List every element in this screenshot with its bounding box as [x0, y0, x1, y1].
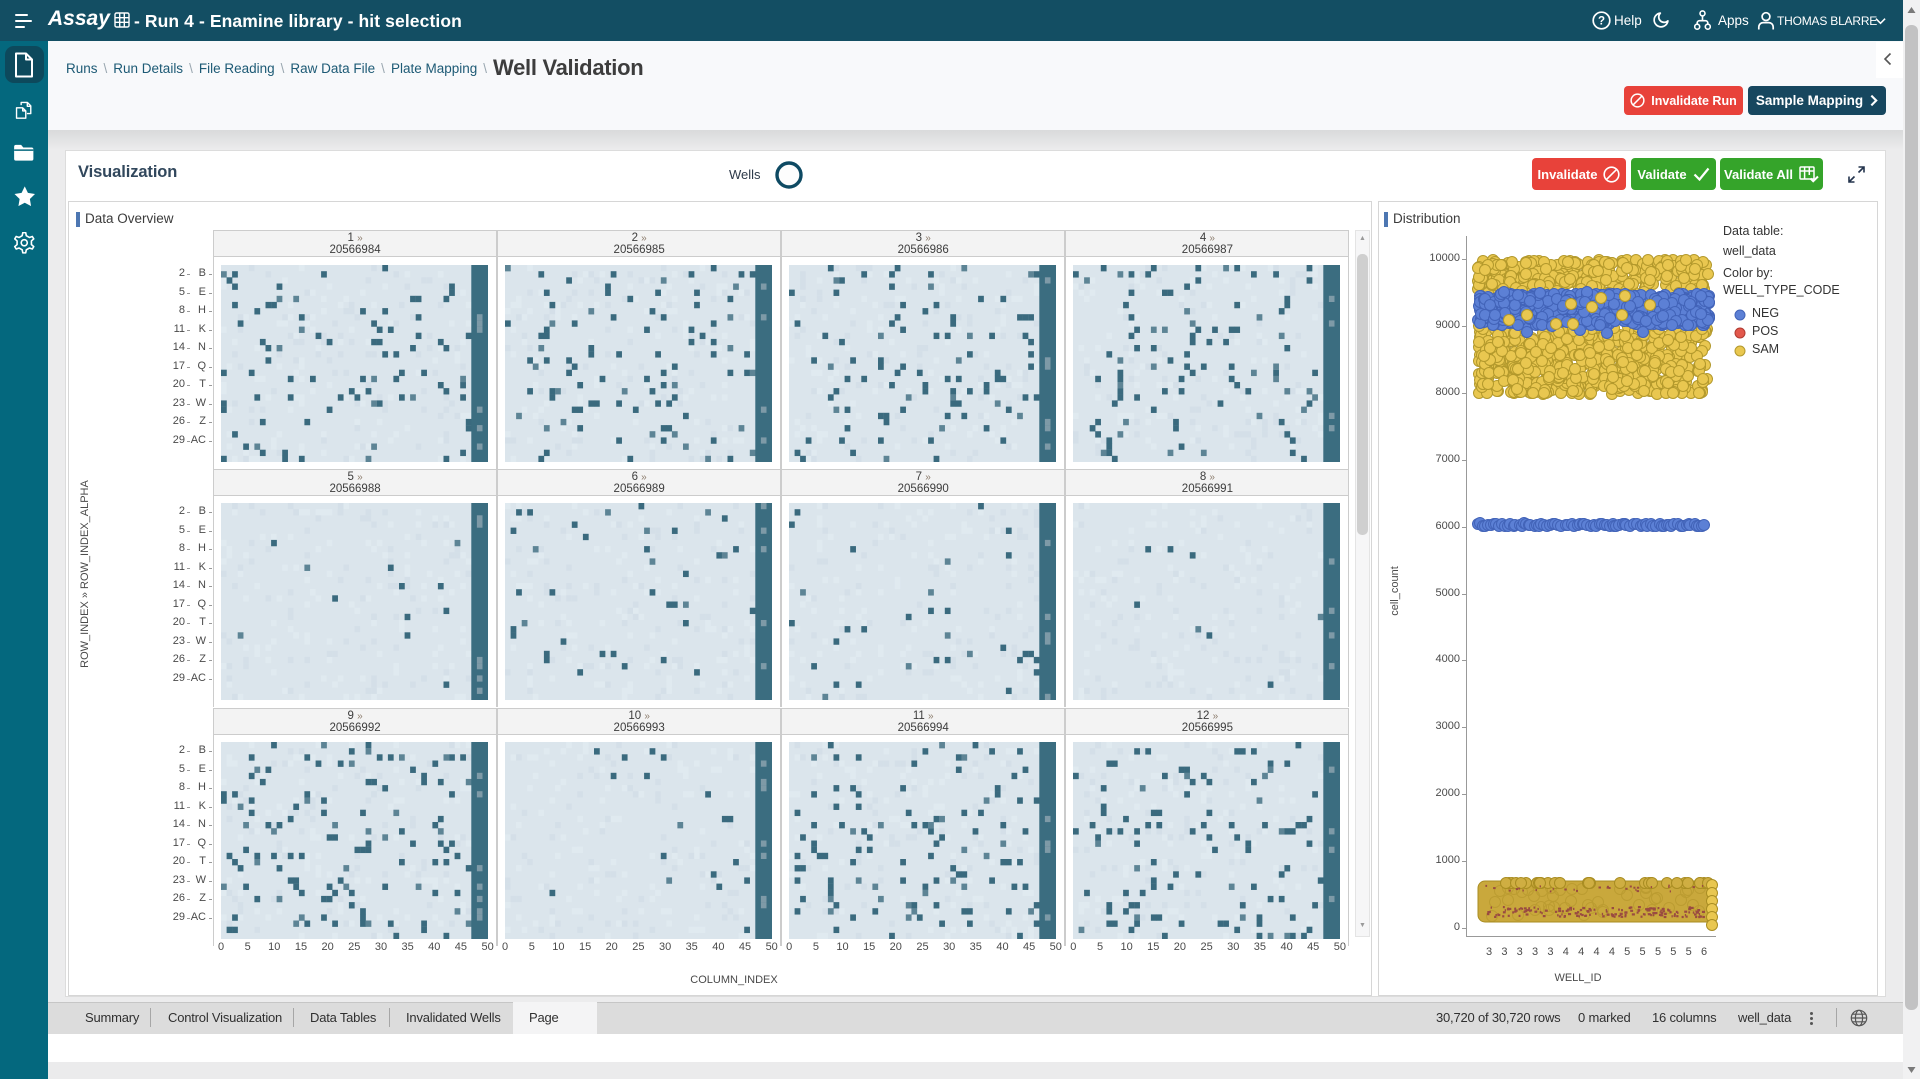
svg-text:?: ?	[1598, 16, 1605, 28]
